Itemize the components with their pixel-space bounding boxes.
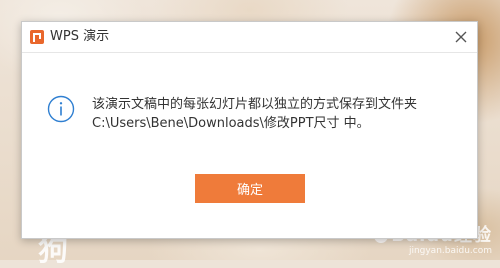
info-icon [47, 95, 75, 123]
watermark-url: jingyan.baidu.com [408, 246, 492, 256]
background-corner-text: 狗 [38, 233, 68, 268]
ok-button[interactable]: 确定 [195, 174, 305, 203]
message-dialog: WPS 演示 该演示文稿中的每张幻灯片都以独立的方式保存到文件夹 C:\User… [21, 21, 478, 239]
close-button[interactable] [451, 27, 471, 47]
close-icon [455, 31, 467, 43]
message-line-2: C:\Users\Bene\Downloads\修改PPT尺寸 中。 [92, 116, 370, 131]
message-line-1: 该演示文稿中的每张幻灯片都以独立的方式保存到文件夹 [92, 97, 418, 112]
wps-presentation-logo-icon [30, 30, 44, 44]
dialog-titlebar: WPS 演示 [22, 22, 477, 53]
dialog-message: 该演示文稿中的每张幻灯片都以独立的方式保存到文件夹 C:\Users\Bene\… [92, 95, 467, 133]
dialog-title: WPS 演示 [50, 29, 110, 44]
